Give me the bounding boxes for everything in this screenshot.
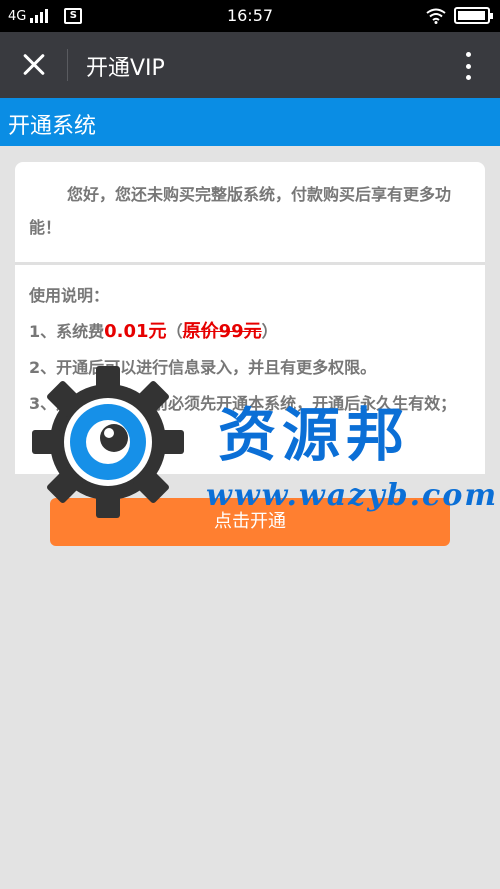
intro-text: 您好，您还未购买完整版系统，付款购买后享有更多功能！ (29, 185, 452, 237)
title-divider (67, 49, 68, 81)
title-bar: 开通VIP (0, 32, 500, 98)
wifi-icon (426, 8, 446, 24)
paren-open: （ (166, 322, 183, 341)
paren-close: ） (261, 322, 278, 341)
watermark-url: www.wazyb.com (206, 478, 499, 513)
original-price: 原价99元 (182, 321, 262, 342)
more-vertical-icon[interactable] (458, 50, 478, 82)
close-icon[interactable] (14, 45, 54, 85)
watermark-text: 资源邦 (218, 401, 411, 469)
status-right (426, 7, 493, 24)
card-divider (15, 262, 485, 265)
status-time: 16:57 (226, 6, 274, 25)
section-header: 开通系统 (0, 98, 500, 146)
status-bar: 4G S 16:57 (0, 0, 500, 32)
instructions-heading: 使用说明： (29, 286, 110, 305)
watermark-gear-logo (32, 366, 184, 518)
instruction-fee: 1、系统费0.01元（原价99元） (29, 314, 479, 350)
battery-level (458, 11, 485, 20)
fee-label: 1、系统费 (29, 322, 105, 341)
battery-icon (454, 7, 493, 24)
page-title: 开通VIP (86, 56, 165, 81)
fee-price: 0.01元 (104, 321, 167, 342)
